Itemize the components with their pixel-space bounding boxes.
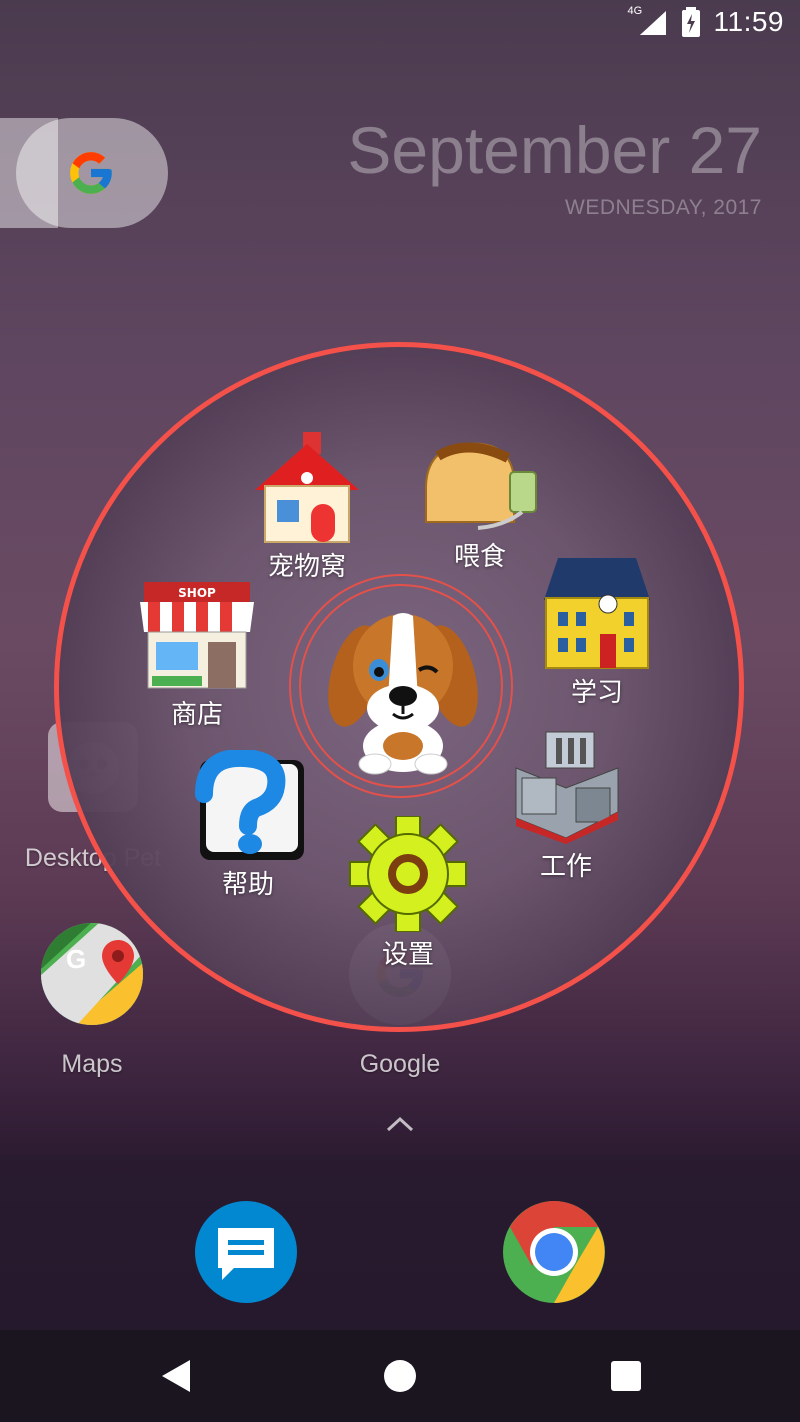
google-g-icon — [70, 152, 112, 194]
battery-charging-icon — [681, 7, 700, 37]
date-sub: WEDNESDAY, 2017 — [565, 196, 762, 219]
back-icon[interactable] — [160, 1358, 192, 1394]
pet-menu-center[interactable] — [289, 574, 513, 798]
navigation-bar — [0, 1330, 800, 1422]
date-main: September 27 — [347, 113, 762, 187]
factory-icon — [515, 731, 619, 844]
svg-text:SHOP: SHOP — [178, 586, 216, 600]
home-icon[interactable] — [382, 1358, 418, 1394]
menu-item-settings[interactable]: 设置 — [346, 816, 470, 971]
google-search-widget[interactable] — [0, 118, 170, 228]
menu-item-study[interactable]: 学习 — [534, 554, 660, 709]
menu-label-shop: 商店 — [170, 700, 223, 730]
chrome-icon[interactable] — [502, 1200, 606, 1304]
settings-gear-icon — [349, 816, 467, 932]
menu-item-help[interactable]: 帮助 — [186, 750, 310, 901]
menu-label-feed: 喂食 — [453, 542, 506, 572]
menu-label-work: 工作 — [539, 852, 592, 882]
maps-icon[interactable]: G — [40, 922, 144, 1026]
app-label-google: Google — [359, 1050, 441, 1078]
status-icons: 4G 11:59 — [628, 5, 785, 38]
pet-house-icon — [255, 432, 359, 543]
help-question-icon — [195, 750, 304, 860]
status-time: 11:59 — [713, 6, 784, 37]
menu-label-settings: 设置 — [381, 940, 434, 970]
menu-label-help: 帮助 — [221, 870, 274, 900]
menu-item-pet-house[interactable]: 宠物窝 — [245, 428, 369, 583]
menu-item-shop[interactable]: SHOP 商店 — [134, 578, 260, 731]
dock — [0, 1156, 800, 1346]
food-bread-icon — [425, 442, 537, 530]
school-building-icon — [544, 558, 650, 669]
svg-text:G: G — [66, 944, 86, 974]
date-widget[interactable]: September 27 WEDNESDAY, 2017 — [347, 112, 762, 220]
status-bar: 4G 11:59 — [0, 0, 800, 48]
app-drawer-chevron-icon[interactable] — [384, 1114, 416, 1134]
menu-item-feed[interactable]: 喂食 — [418, 428, 542, 573]
menu-label-pet-house: 宠物窝 — [267, 552, 346, 582]
menu-item-work[interactable]: 工作 — [506, 728, 626, 883]
app-label-maps: Maps — [61, 1050, 123, 1078]
menu-label-study: 学习 — [570, 678, 623, 708]
network-type-label: 4G — [627, 5, 643, 17]
shop-icon: SHOP — [140, 582, 254, 689]
signal-icon: 4G — [628, 5, 668, 37]
messages-icon[interactable] — [194, 1200, 298, 1304]
recents-icon[interactable] — [610, 1360, 642, 1392]
puppy-icon — [328, 613, 478, 775]
